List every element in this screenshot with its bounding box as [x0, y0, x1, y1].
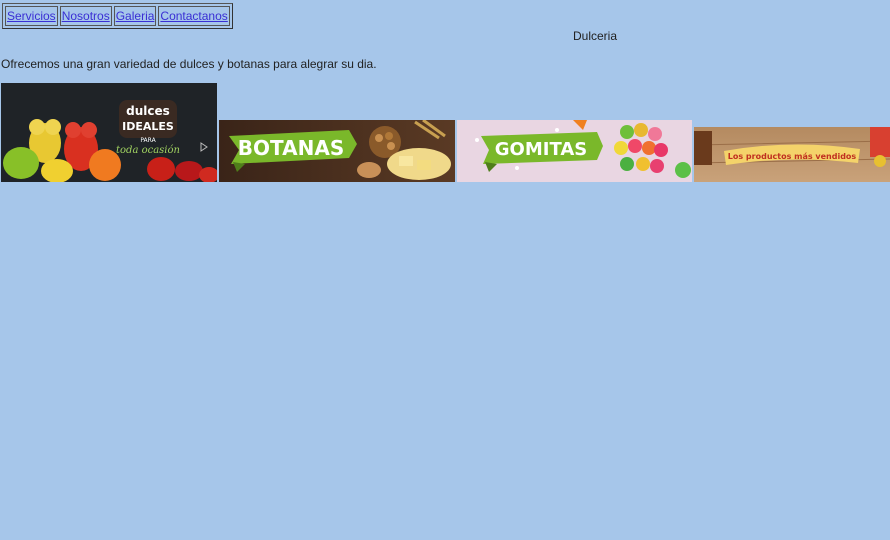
nav-link-servicios[interactable]: Servicios: [7, 9, 56, 23]
nav-link-galeria[interactable]: Galeria: [116, 9, 155, 23]
banner-dulces-line1: dulces: [126, 104, 170, 118]
banner-gomitas-label: GOMITAS: [495, 139, 587, 160]
banner-dulces-image: dulces IDEALES PARA toda ocasión: [1, 83, 217, 182]
nav-cell-galeria: Galeria: [113, 6, 157, 26]
nav-link-contactanos[interactable]: Contactanos: [160, 9, 227, 23]
banner-dulces-line3: PARA: [140, 137, 156, 144]
banner-dulces-line2: IDEALES: [122, 120, 174, 133]
banner-vendidos-image: Los productos más vendidos: [694, 127, 890, 182]
nav-cell-nosotros: Nosotros: [59, 6, 112, 26]
page-title: Dulceria: [573, 29, 618, 43]
nav-cell-contactanos: Contactanos: [158, 6, 230, 26]
nav-cell-servicios: Servicios: [5, 6, 58, 26]
tagline: Ofrecemos una gran variedad de dulces y …: [1, 57, 377, 71]
banner-botanas-label: BOTANAS: [238, 136, 344, 160]
nav-menu: Servicios Nosotros Galeria Contactanos: [2, 3, 233, 29]
nav-link-nosotros[interactable]: Nosotros: [62, 9, 110, 23]
banner-gomitas-image: GOMITAS: [457, 120, 692, 182]
banner-botanas-image: BOTANAS: [219, 120, 455, 182]
banner-dulces-line4: toda ocasión: [116, 145, 180, 156]
banner-vendidos-label: Los productos más vendidos: [728, 152, 857, 161]
